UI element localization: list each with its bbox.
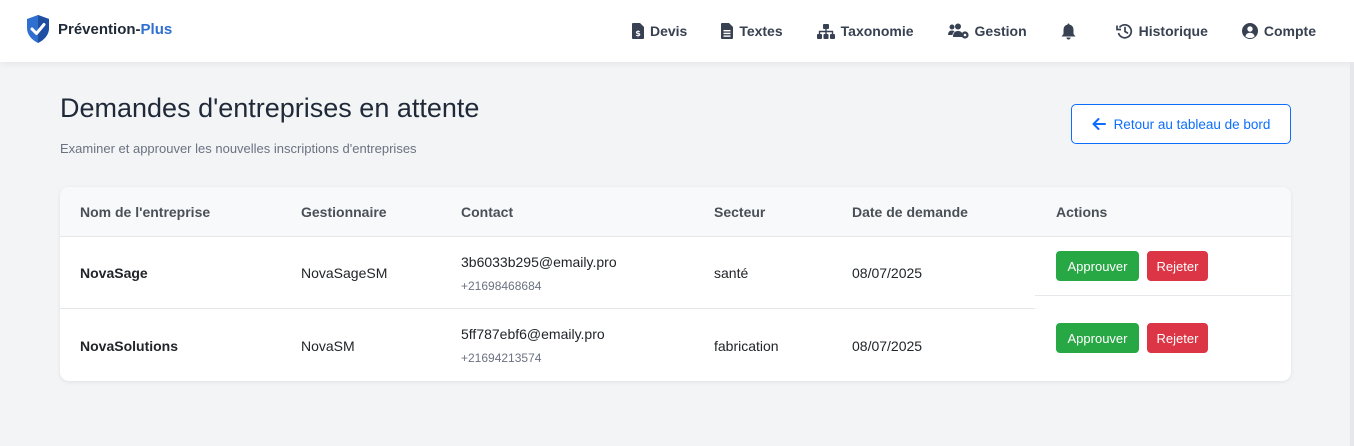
back-to-dashboard-label: Retour au tableau de bord <box>1113 116 1271 132</box>
brand-name: Prévention-Plus <box>58 20 173 38</box>
pending-requests-table: Nom de l'entreprise Gestionnaire Contact… <box>60 187 1291 381</box>
file-text-icon <box>721 23 734 39</box>
manager-name: NovaSM <box>301 338 355 354</box>
contact-email: 5ff787ebf6@emaily.pro <box>461 326 605 342</box>
nav-gestion-label: Gestion <box>974 23 1027 39</box>
contact-phone: +21694213574 <box>461 351 542 365</box>
header-manager: Gestionnaire <box>301 204 387 220</box>
header-contact: Contact <box>461 204 514 220</box>
request-date: 08/07/2025 <box>852 265 923 281</box>
page-subtitle: Examiner et approuver les nouvelles insc… <box>60 141 417 156</box>
nav-historique-label: Historique <box>1138 23 1208 39</box>
users-cog-icon <box>947 23 969 39</box>
nav-compte[interactable]: Compte <box>1241 23 1316 39</box>
back-to-dashboard-button[interactable]: Retour au tableau de bord <box>1071 104 1291 144</box>
reject-button[interactable]: Rejeter <box>1147 323 1208 353</box>
arrow-left-icon <box>1092 118 1106 130</box>
sector: santé <box>714 265 749 281</box>
company-name: NovaSolutions <box>80 338 179 354</box>
table-header: Nom de l'entreprise Gestionnaire Contact… <box>60 187 1291 237</box>
reject-button[interactable]: Rejeter <box>1147 251 1208 281</box>
history-icon <box>1115 23 1132 39</box>
file-invoice-dollar-icon: $ <box>631 23 644 39</box>
approve-button[interactable]: Approuver <box>1056 323 1139 353</box>
shield-check-icon <box>27 15 49 43</box>
nav-taxonomie[interactable]: Taxonomie <box>816 23 914 39</box>
brand-logo[interactable]: Prévention-Plus <box>26 14 172 44</box>
bell-icon <box>1061 23 1076 39</box>
nav-devis[interactable]: $ Devis <box>631 23 688 39</box>
header-sector: Secteur <box>714 204 766 220</box>
row-divider <box>1035 295 1291 296</box>
sector: fabrication <box>714 338 779 354</box>
top-navbar: Prévention-Plus $ Devis Textes Taxonomie… <box>0 0 1354 62</box>
user-circle-icon <box>1241 23 1258 39</box>
nav-compte-label: Compte <box>1263 23 1316 39</box>
contact-phone: +21698468684 <box>461 279 542 293</box>
page-scrollbar[interactable] <box>1350 62 1354 446</box>
notifications-button[interactable] <box>1061 23 1082 40</box>
nav-historique[interactable]: Historique <box>1115 23 1208 39</box>
page-title: Demandes d'entreprises en attente <box>60 93 480 123</box>
table-row: NovaSolutions NovaSM 5ff787ebf6@emaily.p… <box>60 309 1291 381</box>
nav-textes[interactable]: Textes <box>721 23 783 39</box>
sitemap-icon <box>816 23 835 39</box>
request-date: 08/07/2025 <box>852 338 923 354</box>
svg-text:$: $ <box>635 29 641 38</box>
nav-taxonomie-label: Taxonomie <box>840 23 914 39</box>
header-company: Nom de l'entreprise <box>80 204 211 220</box>
table-row: NovaSage NovaSageSM 3b6033b295@emaily.pr… <box>60 237 1291 309</box>
nav-gestion[interactable]: Gestion <box>947 23 1027 39</box>
header-actions: Actions <box>1056 204 1108 220</box>
manager-name: NovaSageSM <box>301 265 388 281</box>
contact-email: 3b6033b295@emaily.pro <box>461 254 617 270</box>
company-name: NovaSage <box>80 265 148 281</box>
nav-devis-label: Devis <box>649 23 688 39</box>
header-date: Date de demande <box>852 204 968 220</box>
nav-textes-label: Textes <box>739 23 783 39</box>
approve-button[interactable]: Approuver <box>1056 251 1139 281</box>
